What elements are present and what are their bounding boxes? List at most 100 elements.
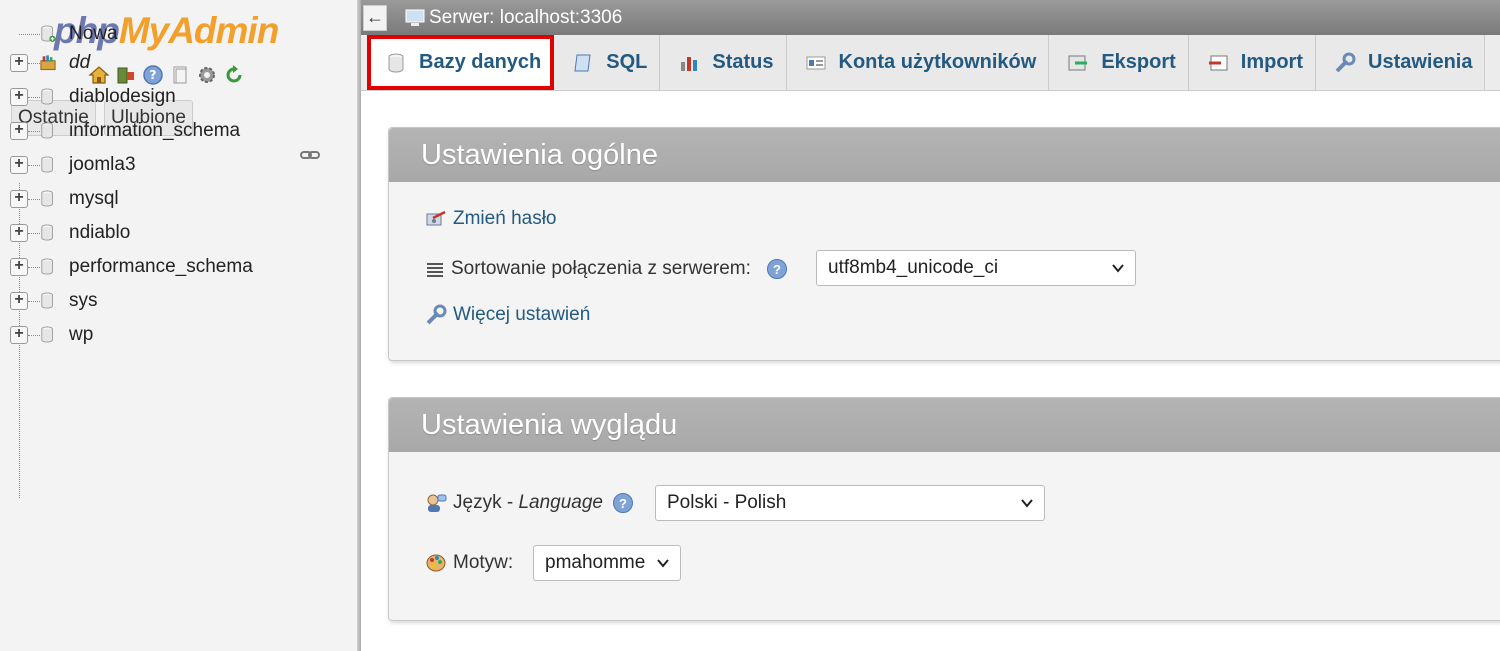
tree-item-sys[interactable]: + sys xyxy=(0,285,357,317)
expand-icon[interactable]: + xyxy=(10,190,28,208)
tree-item-label: Nowa xyxy=(69,23,118,44)
tab-label: Status xyxy=(712,51,774,73)
tree-item-information-schema[interactable]: + information_schema xyxy=(0,115,357,147)
tree-item-label: joomla3 xyxy=(69,154,136,175)
expand-icon[interactable]: + xyxy=(10,258,28,276)
tree-connector xyxy=(28,165,40,166)
tree-connector xyxy=(28,131,40,132)
export-icon xyxy=(1067,52,1089,74)
server-icon xyxy=(405,9,425,26)
main-tabs: Bazy danych SQL Status Konta użytkowników Ek… xyxy=(361,35,1500,91)
tab-label: Bazy danych xyxy=(419,51,542,73)
collation-icon xyxy=(427,263,443,277)
tree-connector xyxy=(28,267,40,268)
database-group-icon xyxy=(40,55,56,71)
database-icon xyxy=(41,258,53,275)
tree-item-wp[interactable]: + wp xyxy=(0,319,357,351)
wrench-icon xyxy=(426,304,447,325)
tree-item-label: diablodesign xyxy=(69,86,176,107)
expand-icon[interactable]: + xyxy=(10,292,28,310)
expand-icon[interactable]: + xyxy=(10,54,28,72)
collation-help-icon[interactable]: ? xyxy=(766,259,787,279)
more-settings-row: Więcej ustawień xyxy=(425,304,590,326)
more-settings-link[interactable]: Więcej ustawień xyxy=(453,304,590,326)
language-selected-value: Polski - Polish xyxy=(667,492,787,513)
theme-selected-value: pmahomme xyxy=(545,552,646,573)
tab-ustawienia[interactable]: Ustawienia xyxy=(1316,35,1486,90)
tab-import[interactable]: Import xyxy=(1188,35,1316,90)
language-label: Język - Language xyxy=(453,492,603,514)
tree-connector xyxy=(28,301,40,302)
language-label-en: Language xyxy=(518,492,603,513)
database-icon xyxy=(41,292,53,309)
collation-select[interactable]: utf8mb4_unicode_ci xyxy=(816,250,1136,286)
wrench-icon xyxy=(1334,52,1356,74)
import-icon xyxy=(1207,52,1229,74)
tab-label: Import xyxy=(1240,51,1303,73)
tree-connector xyxy=(28,97,40,98)
expand-icon[interactable]: + xyxy=(10,122,28,140)
navigation-sidebar: phpMyAdmin ? Ostatnie Ulubione Nowa + dd + d… xyxy=(0,0,357,651)
database-icon xyxy=(41,88,53,105)
tab-status[interactable]: Status xyxy=(660,35,787,90)
tab-konta-użytkowników[interactable]: Konta użytkowników xyxy=(786,35,1050,90)
tree-item-mysql[interactable]: + mysql xyxy=(0,183,357,215)
chevron-down-icon xyxy=(1112,264,1124,273)
expand-icon[interactable]: + xyxy=(10,326,28,344)
palette-icon xyxy=(426,554,446,572)
tab-bazy-danych[interactable]: Bazy danych xyxy=(367,35,555,90)
tree-item-ndiablo[interactable]: + ndiablo xyxy=(0,217,357,249)
server-label: Serwer: localhost:3306 xyxy=(429,6,623,28)
sidebar-resize-handle[interactable] xyxy=(357,0,361,651)
change-password-row: Zmień hasło xyxy=(425,208,557,230)
change-password-link[interactable]: Zmień hasło xyxy=(453,208,557,230)
tree-item-label: performance_schema xyxy=(69,256,253,277)
appearance-settings-title: Ustawienia wyglądu xyxy=(389,398,1500,452)
expand-icon[interactable]: + xyxy=(10,88,28,106)
tree-connector xyxy=(28,63,40,64)
back-arrow-icon: ← xyxy=(366,7,384,27)
tab-label: Konta użytkowników xyxy=(838,51,1037,73)
tab-sql[interactable]: SQL xyxy=(554,35,661,90)
language-row: Język - Language ? xyxy=(425,492,633,514)
tree-item-label: dd xyxy=(69,52,91,73)
collation-selected-value: utf8mb4_unicode_ci xyxy=(828,257,999,278)
tree-item-label: wp xyxy=(69,324,94,345)
users-icon xyxy=(805,52,827,74)
collation-label: Sortowanie połączenia z serwerem: xyxy=(451,258,751,279)
tree-item-label: sys xyxy=(69,290,98,311)
change-password-icon xyxy=(426,210,446,226)
database-icon xyxy=(41,190,53,207)
expand-icon[interactable]: + xyxy=(10,224,28,242)
language-icon xyxy=(427,494,447,512)
appearance-settings-panel: Ustawienia wyglądu Język - Language ? Po… xyxy=(388,397,1500,621)
language-help-icon[interactable]: ? xyxy=(613,493,633,513)
tree-item-joomla3[interactable]: + joomla3 xyxy=(0,149,357,181)
tab-eksport[interactable]: Eksport xyxy=(1049,35,1189,90)
new-database-icon xyxy=(41,25,56,42)
breadcrumb-server[interactable]: Serwer: localhost:3306 xyxy=(405,7,622,29)
theme-select[interactable]: pmahomme xyxy=(533,545,681,581)
tree-item-label: information_schema xyxy=(69,120,241,141)
general-settings-title: Ustawienia ogólne xyxy=(389,128,1500,182)
collapse-sidebar-button[interactable]: ← xyxy=(363,4,387,31)
expand-icon[interactable]: + xyxy=(10,156,28,174)
tree-item-new[interactable]: Nowa xyxy=(0,18,357,50)
tree-connector xyxy=(19,34,40,35)
tree-item-dd[interactable]: + dd xyxy=(0,47,357,79)
tree-item-performance-schema[interactable]: + performance_schema xyxy=(0,251,357,283)
tree-item-diablodesign[interactable]: + diablodesign xyxy=(0,81,357,113)
general-settings-panel: Ustawienia ogólne Zmień hasło Sortowanie… xyxy=(388,127,1500,361)
sql-icon xyxy=(572,52,594,74)
language-select[interactable]: Polski - Polish xyxy=(655,485,1045,521)
theme-label: Motyw: xyxy=(453,552,514,573)
tab-label: SQL xyxy=(606,51,648,73)
collation-row: Sortowanie połączenia z serwerem: ? xyxy=(425,258,787,280)
breadcrumb-bar: ← Serwer: localhost:3306 xyxy=(361,0,1500,35)
database-icon xyxy=(41,122,53,139)
chevron-down-icon xyxy=(657,559,669,568)
database-icon xyxy=(41,156,53,173)
language-label-pl: Język - xyxy=(453,492,519,513)
tree-item-label: mysql xyxy=(69,188,119,209)
database-icon xyxy=(41,224,53,241)
